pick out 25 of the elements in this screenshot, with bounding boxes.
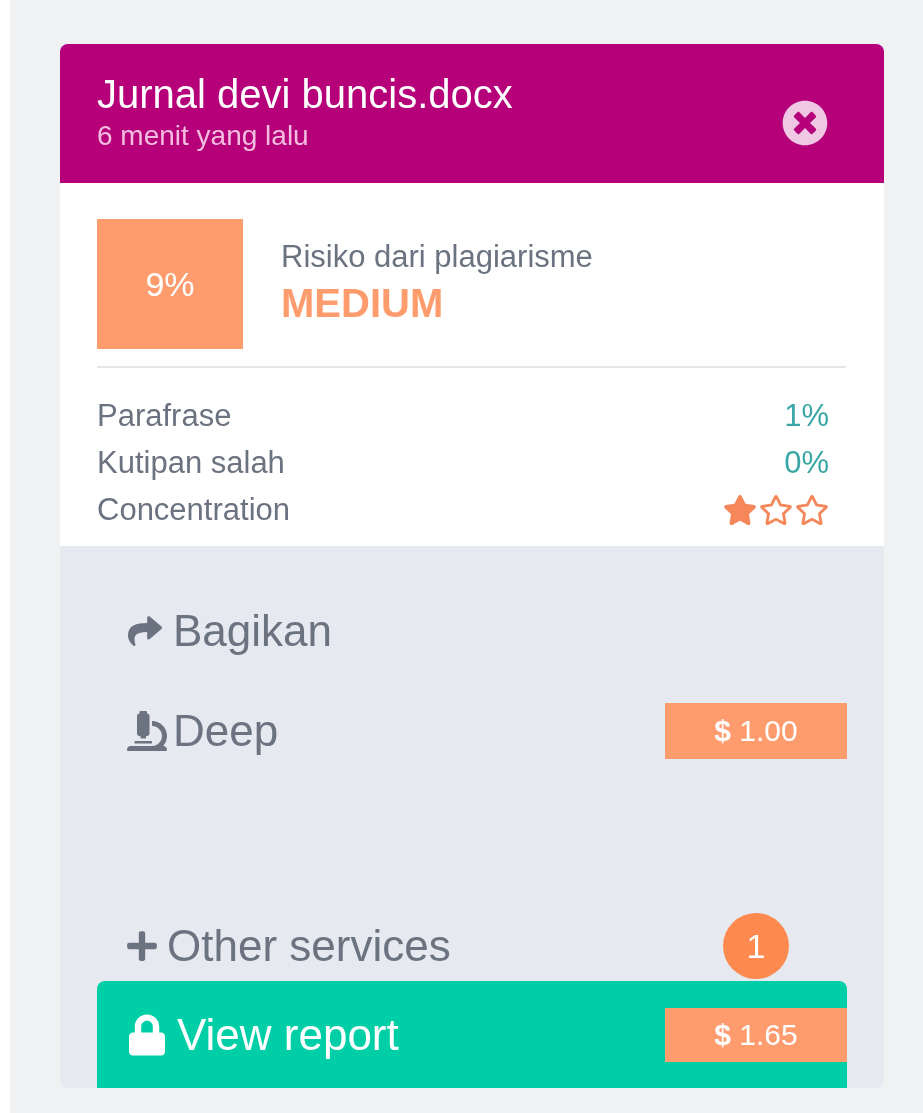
file-title: Jurnal devi buncis.docx: [97, 71, 513, 118]
metric-value: 1%: [784, 396, 829, 435]
deep-action[interactable]: Deep: [97, 703, 279, 759]
time-ago: 6 menit yang lalu: [97, 119, 310, 153]
empty-star-icon: [759, 492, 793, 527]
metric-value: 0%: [784, 443, 829, 482]
plus-icon: [125, 929, 159, 963]
view-report-button[interactable]: View report $ 1.65: [97, 981, 847, 1088]
risk-level: MEDIUM: [281, 280, 445, 328]
lock-icon: [129, 1012, 165, 1057]
close-button[interactable]: [782, 100, 828, 146]
metric-label: Concentration: [97, 490, 290, 529]
price-tag: $ 1.65: [665, 1007, 847, 1062]
score-badge: 9%: [97, 219, 243, 350]
metric-label: Kutipan salah: [97, 443, 285, 482]
count-badge: 1: [723, 913, 789, 979]
price-tag: $ 1.00: [665, 703, 847, 759]
share-icon: [125, 614, 165, 648]
share-action[interactable]: Bagikan: [97, 603, 332, 659]
filled-star-icon: [723, 492, 757, 527]
metric-label: Parafrase: [97, 396, 232, 435]
microscope-icon: [125, 711, 169, 751]
empty-star-icon: [795, 492, 829, 527]
risk-label: Risiko dari plagiarisme: [281, 238, 593, 277]
other-action[interactable]: Other services: [97, 918, 451, 974]
